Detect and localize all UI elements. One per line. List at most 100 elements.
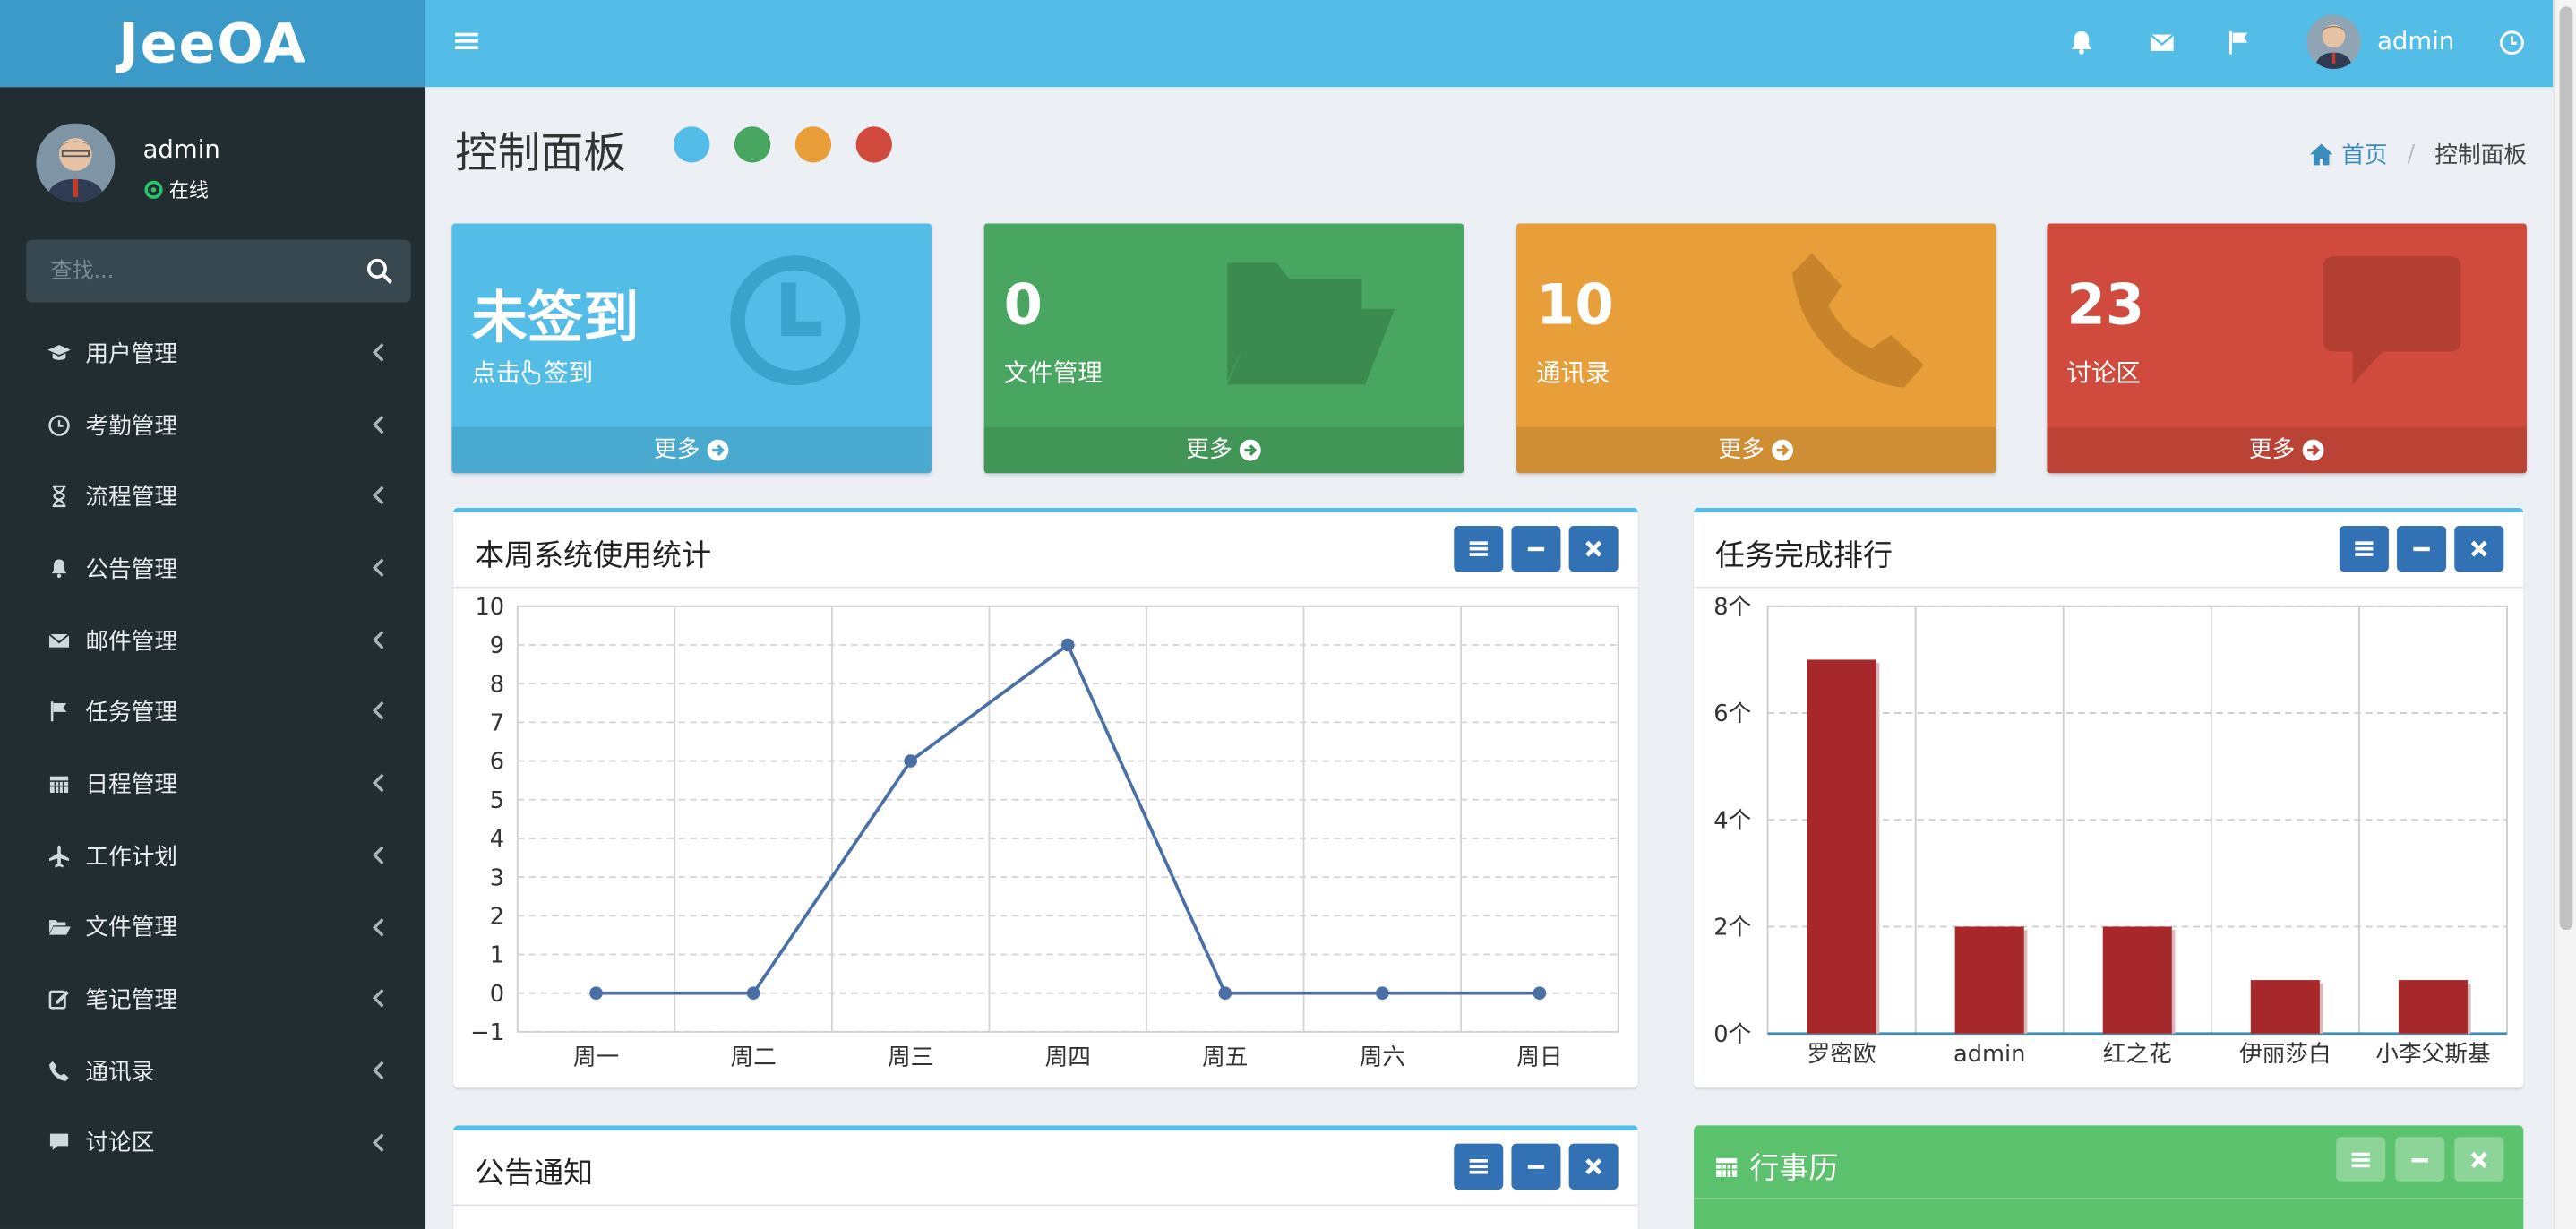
comment-icon	[49, 1134, 69, 1151]
tile-more-link[interactable]: 更多	[1516, 426, 1996, 474]
minus-icon	[2411, 1157, 2428, 1162]
sidebar-item-file[interactable]: 文件管理	[0, 891, 425, 963]
minimize-button[interactable]	[2397, 525, 2447, 572]
page-scrollbar[interactable]	[2553, 0, 2576, 1229]
y-tick-label: 3	[490, 864, 504, 891]
box-header-divider	[453, 1204, 1638, 1207]
minimize-button[interactable]	[2395, 1137, 2445, 1182]
sidebar-item-label: 笔记管理	[85, 987, 178, 1014]
data-point	[1375, 986, 1389, 1001]
graduation-cap-icon	[47, 344, 71, 360]
bar	[1807, 659, 1876, 1034]
box-tools	[1454, 1143, 1619, 1190]
sidebar-item-discussion[interactable]: 讨论区	[0, 1106, 425, 1178]
sidebar-item-label: 考勤管理	[85, 413, 178, 440]
task-ranking-bar-chart: 0个 2个 4个 6个 8个罗密欧 admin 红之花 伊丽莎白 小李父斯基	[1713, 594, 2508, 1068]
hand-pointer-icon	[521, 359, 541, 386]
x-tick-label: 周二	[730, 1044, 776, 1071]
sidebar-item-user-management[interactable]: 用户管理	[0, 317, 425, 389]
sidebar-search	[26, 239, 411, 303]
tile-more-link[interactable]: 更多	[983, 426, 1464, 474]
box-tools	[1454, 525, 1619, 572]
app-logo[interactable]: JeeOA	[0, 0, 426, 88]
theme-dot-red[interactable]	[855, 126, 892, 163]
theme-dot-green[interactable]	[734, 126, 771, 163]
header-avatar[interactable]	[2306, 14, 2361, 70]
bar	[1954, 926, 2024, 1034]
clock-icon	[730, 255, 861, 386]
x-tick-label: 周五	[1202, 1044, 1248, 1071]
sidebar-toggle-icon[interactable]	[449, 23, 485, 59]
y-tick-label: 7	[490, 710, 504, 737]
tile-more-link[interactable]: 更多	[451, 426, 932, 474]
sidebar-item-announcement[interactable]: 公告管理	[0, 532, 425, 604]
search-input[interactable]	[26, 239, 339, 303]
chevron-left-icon	[372, 558, 384, 578]
tile-value: 10	[1535, 272, 1614, 339]
chevron-left-icon	[372, 1132, 384, 1152]
close-button[interactable]	[1568, 525, 1619, 572]
menu-button[interactable]	[1454, 1143, 1504, 1190]
search-icon[interactable]	[365, 256, 394, 286]
tile-label[interactable]: 点击 签到	[471, 355, 593, 390]
tile-files[interactable]: 0 文件管理 更多	[983, 223, 1464, 474]
x-tick-label: 周三	[888, 1044, 933, 1071]
edit-icon	[48, 990, 70, 1010]
sidebar-item-label: 通讯录	[85, 1059, 155, 1086]
close-button[interactable]	[1568, 1143, 1619, 1190]
sidebar-item-workflow[interactable]: 流程管理	[0, 460, 425, 532]
bell-icon[interactable]	[2065, 26, 2099, 59]
header-username[interactable]: admin	[2377, 26, 2454, 56]
x-tick-label: 周日	[1516, 1044, 1562, 1071]
close-icon	[1585, 1158, 1602, 1175]
tile-label: 文件管理	[1003, 357, 1103, 388]
menu-button[interactable]	[1454, 525, 1504, 572]
tile-more-link[interactable]: 更多	[2047, 426, 2527, 474]
breadcrumb-home-label: 首页	[2341, 142, 2388, 169]
theme-dot-orange[interactable]	[794, 126, 832, 163]
sidebar-item-work-plan[interactable]: 工作计划	[0, 820, 425, 891]
sidebar: admin 在线 用户管理 考勤管理 流程管理 公告管理 邮件管理 任务管理 日…	[0, 87, 426, 1229]
sidebar-item-attendance[interactable]: 考勤管理	[0, 389, 425, 460]
y-tick-label: 4个	[1713, 807, 1751, 834]
breadcrumb-home[interactable]: 首页	[2309, 138, 2388, 171]
tile-sign-in[interactable]: 未签到 点击 签到 更多	[451, 223, 932, 474]
sidebar-item-contacts[interactable]: 通讯录	[0, 1035, 425, 1106]
sidebar-item-label: 任务管理	[85, 700, 178, 727]
flag-icon[interactable]	[2223, 26, 2256, 59]
chevron-left-icon	[372, 415, 384, 434]
online-dot-icon	[144, 180, 163, 199]
task-ranking-box: 任务完成排行 0个 2个 4个 6个 8个 罗密欧 admin 红之花 伊丽莎白 小李父斯基	[1694, 507, 2524, 1088]
bar	[2398, 980, 2468, 1034]
sidebar-item-mail[interactable]: 邮件管理	[0, 605, 425, 676]
data-point	[1218, 986, 1232, 1001]
sidebar-item-label: 文件管理	[85, 915, 178, 942]
data-point	[904, 754, 917, 768]
menu-button[interactable]	[2336, 1137, 2386, 1182]
sidebar-item-notes[interactable]: 笔记管理	[0, 963, 425, 1035]
x-tick-label: 罗密欧	[1807, 1041, 1876, 1068]
box-tools	[2336, 1137, 2504, 1182]
minimize-button[interactable]	[1511, 525, 1561, 572]
y-tick-label: 6个	[1713, 700, 1751, 727]
envelope-icon[interactable]	[2145, 26, 2178, 59]
clock-icon[interactable]	[2495, 26, 2529, 59]
sidebar-item-task[interactable]: 任务管理	[0, 676, 425, 748]
sidebar-menu: 用户管理 考勤管理 流程管理 公告管理 邮件管理 任务管理 日程管理 工作计划 …	[0, 317, 425, 1179]
theme-dot-blue[interactable]	[674, 126, 710, 163]
chevron-left-icon	[372, 989, 384, 1008]
close-icon	[2470, 540, 2487, 557]
tile-contacts[interactable]: 10 通讯录 更多	[1516, 223, 1996, 474]
scrollbar-thumb[interactable]	[2559, 6, 2573, 931]
close-button[interactable]	[2454, 1137, 2504, 1182]
tile-value: 未签到	[471, 286, 640, 352]
tile-discussion[interactable]: 23 讨论区 更多	[2047, 223, 2527, 474]
menu-button[interactable]	[2339, 525, 2389, 572]
minimize-button[interactable]	[1511, 1143, 1561, 1190]
y-tick-label: 9	[490, 632, 504, 659]
y-tick-label: 8个	[1713, 594, 1751, 621]
sidebar-item-schedule[interactable]: 日程管理	[0, 748, 425, 820]
close-button[interactable]	[2454, 525, 2504, 572]
sidebar-username: admin	[142, 134, 220, 165]
chevron-left-icon	[372, 630, 384, 649]
